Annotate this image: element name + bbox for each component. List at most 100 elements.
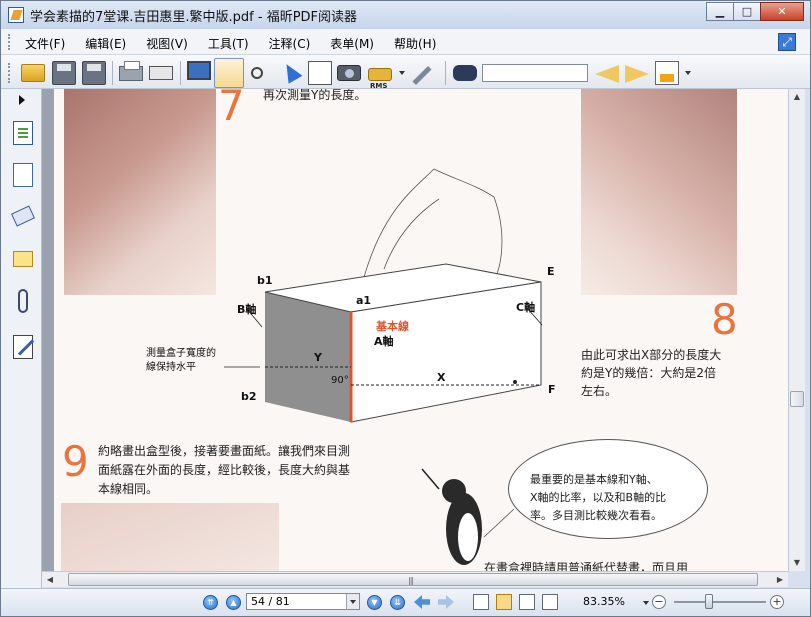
- window-title: 学会素描的7堂课.吉田惠里.繁中版.pdf - 福昕PDF阅读器: [30, 10, 358, 25]
- bookmarks-panel-icon[interactable]: [13, 163, 33, 187]
- hand-tool-active[interactable]: [214, 58, 244, 88]
- rms-lock-icon[interactable]: [368, 68, 392, 81]
- scroll-grip-icon: |||: [408, 576, 414, 585]
- maximize-button[interactable]: □: [733, 2, 761, 21]
- label-y: Y: [314, 351, 322, 364]
- menu-file[interactable]: 文件(F): [25, 35, 65, 52]
- navigation-panel: [1, 89, 42, 589]
- next-page-icon[interactable]: ▼: [367, 595, 382, 610]
- step-8-line-2: 約是Y的幾倍：大約是2倍: [581, 366, 716, 380]
- label-b-axis: B軸: [237, 303, 257, 316]
- vertical-scrollbar[interactable]: ▲ ▼: [788, 89, 805, 571]
- toolbar-separator: [445, 61, 446, 85]
- label-x: X: [437, 371, 446, 384]
- step-8-line-3: 左右。: [581, 384, 618, 398]
- label-f: F: [548, 383, 556, 396]
- window-controls: ▁ □ ✕: [706, 2, 804, 21]
- zoom-slider-track[interactable]: [674, 601, 766, 603]
- previous-page-icon[interactable]: ▲: [226, 595, 241, 610]
- zoom-glass-icon[interactable]: [251, 67, 263, 79]
- step-8-line-1: 由此可求出X部分的長度大: [581, 348, 722, 362]
- scroll-right-icon[interactable]: ▶: [772, 572, 788, 587]
- bubble-text: 最重要的是基本線和Y軸、 X軸的比率，以及和B軸的比 率。多目測比較幾次看看。: [530, 471, 666, 525]
- snapshot-camera-icon[interactable]: [337, 65, 361, 81]
- menu-view[interactable]: 视图(V): [146, 35, 188, 52]
- bubble-line-2: X軸的比率，以及和B軸的比: [530, 491, 667, 504]
- app-window: 学会素描的7堂课.吉田惠里.繁中版.pdf - 福昕PDF阅读器 ▁ □ ✕ 文…: [0, 0, 811, 617]
- horizontal-scrollbar[interactable]: ◀ ||| ▶: [42, 571, 788, 587]
- label-base-line: 基本線: [376, 320, 409, 333]
- zoom-level[interactable]: 83.35%: [583, 595, 625, 608]
- close-button[interactable]: ✕: [760, 2, 804, 21]
- menu-help[interactable]: 帮助(H): [394, 35, 436, 52]
- find-previous-icon[interactable]: [595, 65, 619, 83]
- document-viewport[interactable]: 7 再次測量Y的長度。 b1 a1 E B軸 C軸 基本線 A軸 Y X 90°…: [42, 89, 788, 571]
- step-9-line-3: 本線相同。: [98, 482, 159, 496]
- comments-panel-icon[interactable]: [13, 251, 33, 267]
- menu-form[interactable]: 表单(M): [330, 35, 374, 52]
- bubble-line-3: 率。多目測比較幾次看看。: [530, 509, 662, 522]
- step-8-number: 8: [711, 295, 738, 344]
- attachments-paperclip-icon[interactable]: [18, 289, 28, 313]
- zoom-out-icon[interactable]: −: [652, 595, 666, 609]
- go-back-icon[interactable]: [414, 595, 430, 609]
- note-line-1: 測量盒子寬度的: [146, 348, 216, 359]
- toolbar-grip[interactable]: [8, 63, 11, 83]
- scroll-left-icon[interactable]: ◀: [42, 572, 58, 587]
- toolbar-separator: [180, 61, 181, 85]
- properties-icon[interactable]: [149, 66, 173, 80]
- find-binoculars-icon[interactable]: [453, 65, 477, 81]
- fullscreen-icon[interactable]: [187, 61, 211, 80]
- menu-edit[interactable]: 编辑(E): [85, 35, 126, 52]
- page-number-field[interactable]: 54 / 81: [246, 593, 360, 610]
- highlight-icon[interactable]: [655, 61, 679, 85]
- search-input[interactable]: [482, 64, 588, 82]
- highlight-dropdown-caret[interactable]: [685, 71, 691, 75]
- open-folder-icon[interactable]: [21, 64, 45, 82]
- title-bar: 学会素描的7堂课.吉田惠里.繁中版.pdf - 福昕PDF阅读器 ▁ □ ✕: [1, 1, 810, 29]
- step-9-line-1: 約略畫出盒型後，接著要畫面紙。讓我們來目測: [98, 444, 351, 458]
- first-page-icon[interactable]: ⇈: [203, 595, 218, 610]
- step-9-number: 9: [62, 437, 89, 486]
- zoom-in-icon[interactable]: +: [770, 595, 784, 609]
- scroll-up-icon[interactable]: ▲: [789, 89, 805, 105]
- menu-items: 文件(F) 编辑(E) 视图(V) 工具(T) 注释(C) 表单(M) 帮助(H…: [25, 35, 456, 52]
- expand-panel-icon[interactable]: [19, 95, 25, 105]
- label-c-axis: C軸: [516, 301, 536, 314]
- save-as-icon[interactable]: [82, 61, 106, 85]
- menu-tools[interactable]: 工具(T): [208, 35, 249, 52]
- menubar-grip[interactable]: [8, 34, 11, 50]
- page-dropdown-caret[interactable]: [346, 594, 359, 609]
- zoom-slider-thumb[interactable]: [705, 594, 713, 609]
- rms-dropdown-caret[interactable]: [399, 71, 405, 75]
- page-number-text: 54 / 81: [251, 595, 290, 608]
- note-line-2: 線保持水平: [146, 362, 196, 373]
- go-forward-icon[interactable]: [438, 595, 454, 609]
- layers-panel-icon[interactable]: [10, 205, 36, 227]
- single-page-view-icon[interactable]: [473, 594, 489, 610]
- restore-view-icon[interactable]: ⤢: [778, 33, 796, 51]
- zoom-dropdown-caret[interactable]: [643, 601, 649, 605]
- sign-pen-icon[interactable]: [412, 65, 432, 86]
- find-next-icon[interactable]: [625, 65, 649, 83]
- menu-bar: 文件(F) 编辑(E) 视图(V) 工具(T) 注释(C) 表单(M) 帮助(H…: [1, 29, 810, 55]
- select-arrow-icon[interactable]: [279, 60, 303, 84]
- continuous-view-icon[interactable]: [496, 594, 512, 610]
- minimize-button[interactable]: ▁: [706, 2, 734, 21]
- label-e: E: [547, 265, 555, 278]
- pages-panel-icon[interactable]: [13, 121, 33, 145]
- foxit-app-icon: [8, 7, 24, 23]
- facing-view-icon[interactable]: [519, 594, 535, 610]
- continuous-facing-view-icon[interactable]: [542, 594, 558, 610]
- step-9-line-2: 面紙露在外面的長度，經比較後，長度大約與基: [98, 463, 351, 477]
- last-page-icon[interactable]: ⇊: [390, 595, 405, 610]
- menu-comment[interactable]: 注释(C): [269, 35, 311, 52]
- print-icon[interactable]: [119, 61, 143, 81]
- scroll-down-icon[interactable]: ▼: [789, 555, 805, 571]
- vertical-scroll-thumb[interactable]: [790, 391, 804, 407]
- horizontal-scroll-thumb[interactable]: |||: [68, 573, 758, 586]
- bottom-cut-text: 在畫盒裡時請用普通紙代替畫，而且用: [484, 561, 689, 571]
- signatures-panel-icon[interactable]: [13, 335, 33, 359]
- text-select-icon[interactable]: [308, 61, 332, 85]
- save-icon[interactable]: [52, 61, 76, 85]
